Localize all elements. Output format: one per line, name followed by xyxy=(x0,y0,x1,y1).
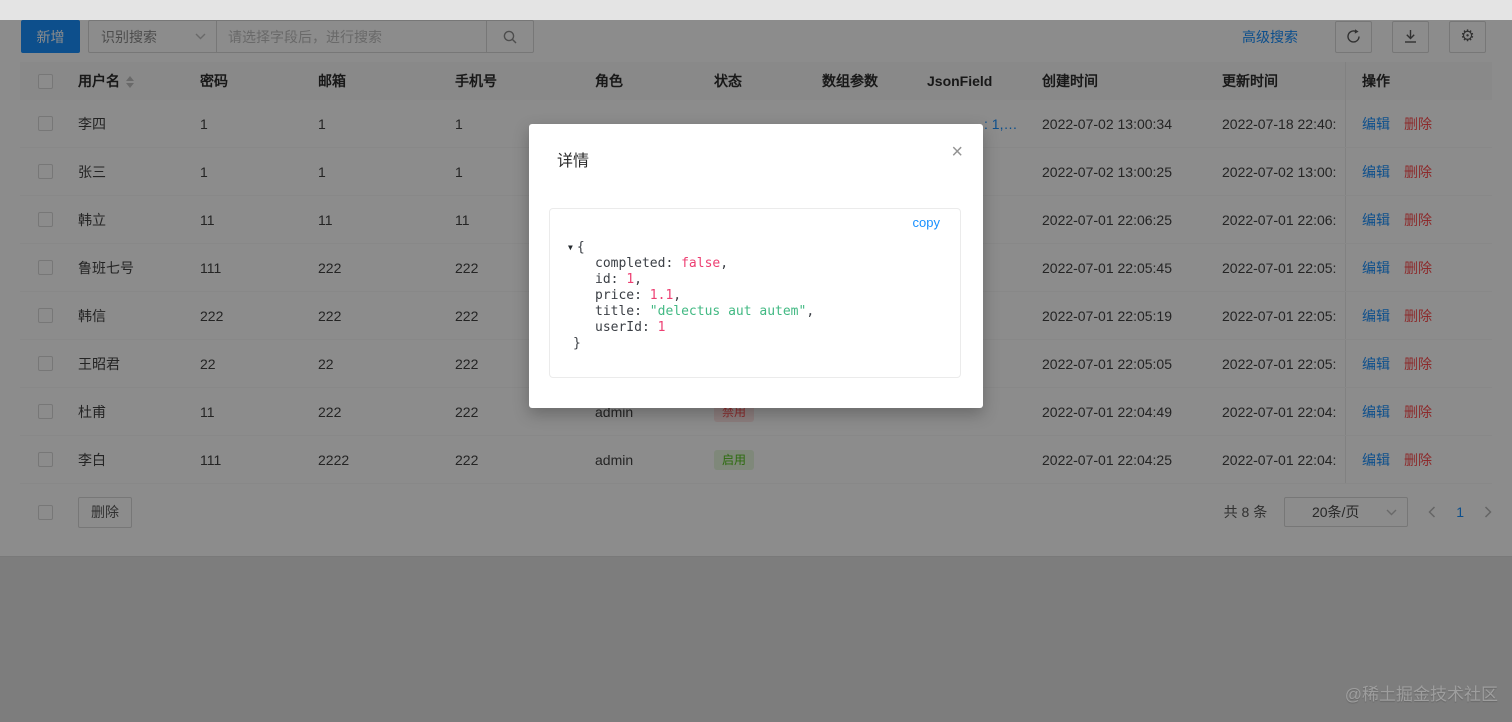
json-token-string: "delectus aut autem" xyxy=(649,304,807,319)
json-token-number: 1 xyxy=(626,272,635,287)
json-token-key: userId xyxy=(595,320,642,335)
json-line: } xyxy=(568,336,814,352)
json-token-key: price xyxy=(595,288,635,303)
json-token-punct: } xyxy=(573,336,581,351)
json-token-number: 1.1 xyxy=(649,288,674,303)
json-token-punct: , xyxy=(673,288,682,303)
json-token-punct: , xyxy=(634,272,642,287)
copy-button[interactable]: copy xyxy=(913,215,940,230)
close-icon[interactable]: × xyxy=(951,142,963,162)
app-page: 新增 识别搜索 高级搜索 ⚙ xyxy=(0,20,1512,722)
detail-modal: 详情 × copy ▼{completed: false, id: 1, price… xyxy=(529,124,983,408)
json-token-key: id xyxy=(595,272,611,287)
watermark: @稀土掘金技术社区 xyxy=(1344,685,1498,704)
json-token-punct: : xyxy=(610,272,627,287)
modal-title: 详情 xyxy=(557,153,590,170)
json-line: userId: 1 xyxy=(568,320,814,336)
json-token-number: 1 xyxy=(657,320,666,335)
json-content: ▼{completed: false, id: 1, price: 1.1, titl… xyxy=(568,240,814,352)
json-line: title: "delectus aut autem", xyxy=(568,304,814,320)
json-token-key: completed xyxy=(595,256,666,271)
json-token-punct: { xyxy=(576,240,585,255)
json-viewer: copy ▼{completed: false, id: 1, price: 1.1… xyxy=(549,208,961,378)
json-token-punct: : xyxy=(665,256,682,271)
json-token-punct: : xyxy=(634,304,650,319)
json-token-punct: : xyxy=(641,320,658,335)
json-token-punct: , xyxy=(720,256,729,271)
json-token-key: title xyxy=(595,304,635,319)
json-line: completed: false, xyxy=(568,256,814,272)
collapse-caret-icon[interactable]: ▼ xyxy=(568,240,573,256)
json-line: price: 1.1, xyxy=(568,288,814,304)
json-token-punct: , xyxy=(806,304,815,319)
json-line: ▼{ xyxy=(568,240,814,256)
json-line: id: 1, xyxy=(568,272,814,288)
json-token-punct: : xyxy=(634,288,650,303)
json-token-bool: false xyxy=(681,256,721,271)
